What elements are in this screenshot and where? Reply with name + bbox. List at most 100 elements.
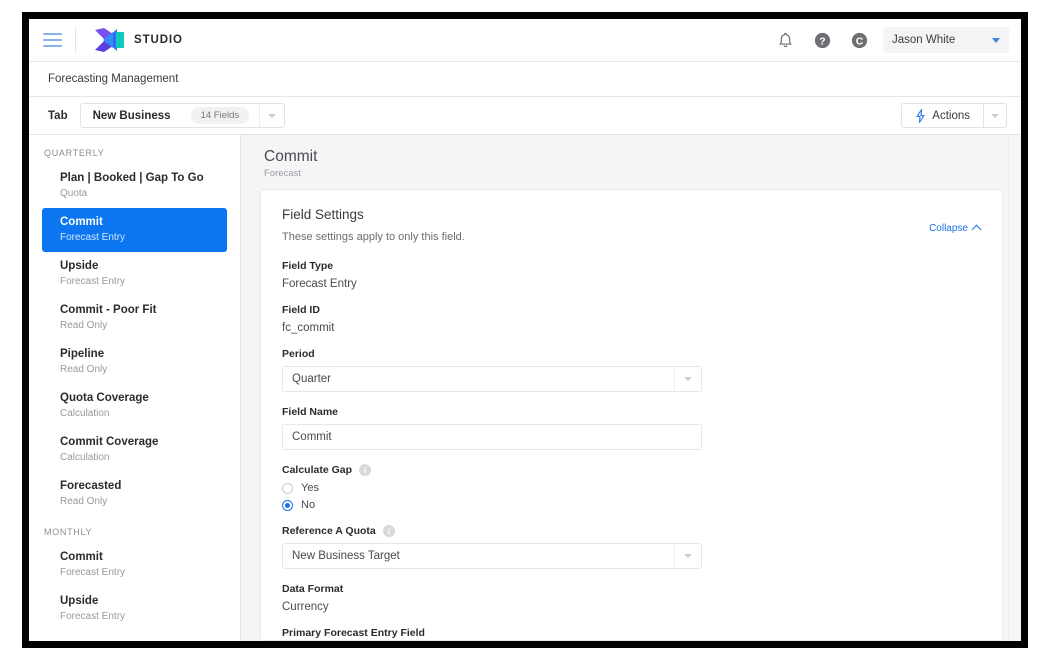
chevron-down-icon — [684, 554, 692, 559]
sidebar-item-name: Commit Coverage — [60, 436, 159, 449]
sidebar-item-monthly-commit[interactable]: Commit Forecast Entry — [42, 543, 240, 587]
field-name-input[interactable] — [282, 424, 702, 451]
vertical-scrollbar[interactable] — [1008, 135, 1021, 641]
chevron-down-icon — [991, 113, 999, 118]
calculate-gap-yes-radio[interactable]: Yes — [282, 482, 981, 494]
header-icon-group: ? C — [776, 31, 883, 50]
period-select[interactable]: Quarter — [282, 366, 702, 393]
chevron-down-icon — [992, 37, 1000, 43]
period-label: Period — [282, 348, 315, 361]
sidebar-item-type: Forecast Entry — [60, 566, 126, 578]
field-type-label: Field Type — [282, 260, 334, 273]
period-group: Period Quarter — [282, 348, 981, 393]
sidebar-group-heading: QUARTERLY — [44, 148, 105, 158]
chevron-down-icon — [268, 113, 277, 118]
app-header: STUDIO ? C Jason White — [29, 19, 1021, 62]
hamburger-icon[interactable] — [29, 19, 75, 62]
sidebar-item-upside[interactable]: Upside Forecast Entry — [42, 252, 240, 296]
page-subtitle: Forecast — [264, 168, 301, 180]
actions-group: Actions — [901, 103, 1007, 128]
fields-count-badge: 14 Fields — [190, 107, 250, 124]
sidebar-item-monthly-upside[interactable]: Upside Forecast Entry — [42, 587, 240, 631]
radio-label: No — [301, 499, 316, 512]
breadcrumb-text: Forecasting Management — [48, 73, 179, 85]
c-circle-icon[interactable]: C — [850, 31, 869, 50]
browser-frame: STUDIO ? C Jason White Forecasting Manag… — [22, 12, 1028, 648]
sidebar-item-name: Pipeline — [60, 348, 105, 361]
actions-dropdown-button[interactable] — [983, 103, 1007, 128]
sidebar-item-type: Forecast Entry — [60, 275, 126, 287]
sidebar-item-commit-poor-fit[interactable]: Commit - Poor Fit Read Only — [42, 296, 240, 340]
radio-circle — [282, 499, 293, 511]
sidebar-group-heading: MONTHLY — [44, 527, 93, 538]
sidebar-item-name: Quota Coverage — [60, 392, 149, 405]
app-viewport: STUDIO ? C Jason White Forecasting Manag… — [29, 19, 1021, 641]
field-id-label: Field ID — [282, 304, 320, 317]
field-type-value: Forecast Entry — [282, 278, 357, 291]
reference-quota-label: Reference A Quota i — [282, 525, 981, 538]
sidebar-item-type: Calculation — [60, 451, 110, 463]
page-header: Commit Forecast — [241, 135, 1021, 189]
brand-logo[interactable]: STUDIO — [76, 27, 183, 53]
data-format-group: Data Format Currency — [282, 583, 981, 613]
page-title: Commit — [264, 148, 318, 165]
sidebar-item-name: Commit — [60, 551, 103, 564]
field-id-value: fc_commit — [282, 322, 335, 335]
tab-selector[interactable]: New Business 14 Fields — [79, 103, 286, 128]
sidebar-item-name: Upside — [60, 595, 99, 608]
sidebar-group-monthly: MONTHLY Commit Forecast Entry Upside For… — [29, 516, 240, 631]
sidebar-item-forecasted[interactable]: Forecasted Read Only — [42, 472, 240, 516]
reference-quota-dropdown-button[interactable] — [674, 544, 701, 569]
sidebar-item-quota-coverage[interactable]: Quota Coverage Calculation — [42, 384, 240, 428]
svg-text:C: C — [856, 36, 864, 47]
breadcrumb: Forecasting Management — [29, 62, 1021, 97]
data-format-label: Data Format — [282, 583, 344, 596]
lightning-bolt-icon — [916, 108, 925, 123]
field-list-sidebar[interactable]: QUARTERLY Plan | Booked | Gap To Go Quot… — [29, 135, 241, 641]
sidebar-group-quarterly: QUARTERLY Plan | Booked | Gap To Go Quot… — [29, 148, 240, 516]
svg-text:?: ? — [819, 36, 825, 47]
period-selected-value: Quarter — [292, 373, 331, 386]
actions-label: Actions — [932, 109, 970, 122]
tab-selected-value: New Business — [92, 109, 171, 122]
sidebar-item-commit-coverage[interactable]: Commit Coverage Calculation — [42, 428, 240, 472]
sidebar-item-commit[interactable]: Commit Forecast Entry — [42, 208, 227, 253]
reference-quota-group: Reference A Quota i New Business Target — [282, 525, 981, 570]
brand-name: STUDIO — [134, 34, 183, 46]
data-format-value: Currency — [282, 601, 329, 614]
question-circle-icon[interactable]: ? — [813, 31, 832, 50]
sidebar-item-type: Forecast Entry — [60, 610, 126, 622]
tab-label: Tab — [48, 109, 68, 122]
calculate-gap-no-radio[interactable]: No — [282, 499, 981, 511]
field-settings-card: Field Settings These settings apply to o… — [260, 189, 1003, 641]
card-subtitle: These settings apply to only this field. — [282, 231, 465, 244]
sidebar-item-name: Commit — [60, 216, 103, 229]
calculate-gap-group: Calculate Gap i Yes No — [282, 464, 981, 511]
field-id-group: Field ID fc_commit — [282, 304, 981, 334]
sidebar-item-plan-booked-gap[interactable]: Plan | Booked | Gap To Go Quota — [42, 164, 240, 208]
reference-quota-label-text: Reference A Quota — [282, 525, 376, 538]
body: QUARTERLY Plan | Booked | Gap To Go Quot… — [29, 135, 1021, 641]
user-menu[interactable]: Jason White — [883, 27, 1009, 53]
reference-quota-select[interactable]: New Business Target — [282, 543, 702, 570]
period-dropdown-button[interactable] — [674, 367, 701, 392]
chevron-down-icon — [684, 377, 692, 382]
sidebar-item-pipeline[interactable]: Pipeline Read Only — [42, 340, 240, 384]
chevron-up-icon — [971, 224, 982, 235]
sidebar-item-name: Commit - Poor Fit — [60, 304, 157, 317]
calculate-gap-label-text: Calculate Gap — [282, 464, 353, 477]
radio-label: Yes — [301, 482, 319, 495]
collapse-toggle[interactable]: Collapse — [929, 223, 982, 235]
sidebar-item-type: Forecast Entry — [60, 231, 126, 243]
info-icon[interactable]: i — [359, 464, 372, 477]
sidebar-item-type: Read Only — [60, 363, 108, 375]
sidebar-item-type: Quota — [60, 187, 88, 199]
bell-icon[interactable] — [776, 31, 795, 50]
info-icon[interactable]: i — [382, 525, 395, 538]
main-content: Commit Forecast Field Settings These set… — [241, 135, 1021, 641]
field-type-group: Field Type Forecast Entry — [282, 260, 981, 290]
tab-dropdown-button[interactable] — [259, 104, 284, 127]
field-name-label: Field Name — [282, 406, 339, 419]
reference-quota-selected-value: New Business Target — [292, 550, 400, 563]
actions-button[interactable]: Actions — [901, 103, 983, 128]
